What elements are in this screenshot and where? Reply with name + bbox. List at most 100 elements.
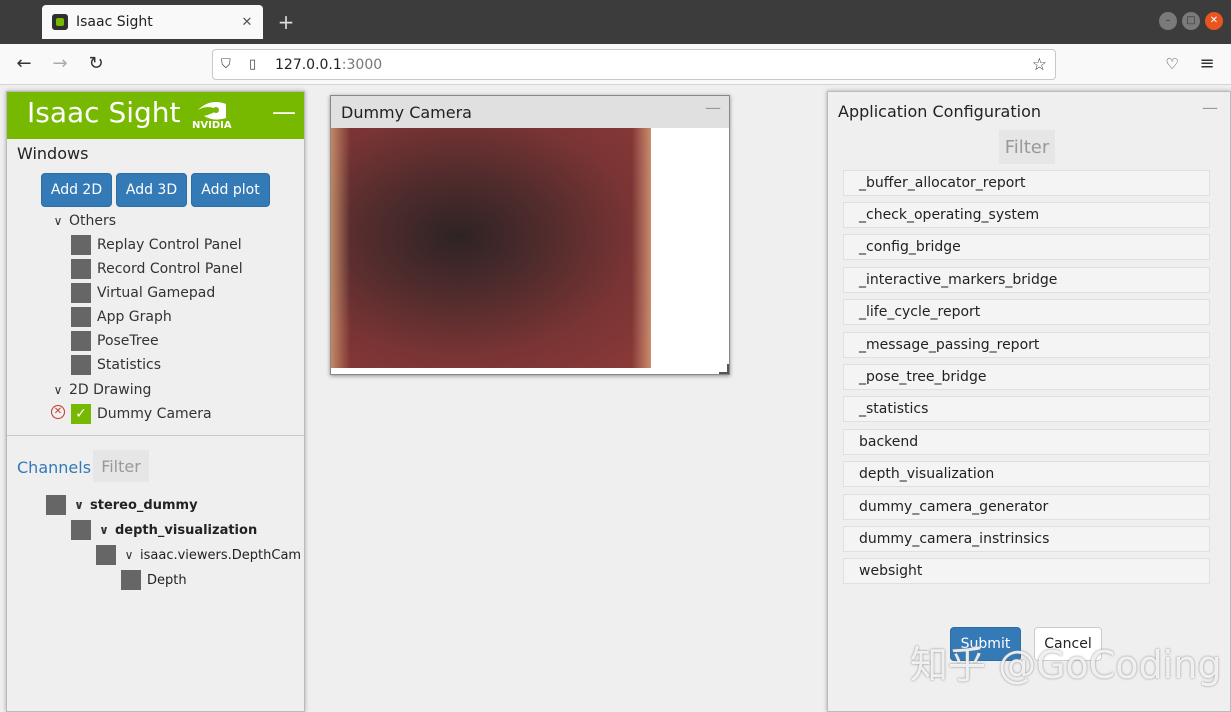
window-toggle-checkbox[interactable] (71, 235, 91, 255)
window-item-label: Dummy Camera (97, 406, 212, 422)
pocket-icon[interactable]: ♡ (1160, 52, 1184, 76)
channel-toggle-checkbox[interactable] (96, 545, 116, 565)
back-arrow-icon[interactable]: ← (12, 52, 36, 76)
reload-icon[interactable]: ↻ (84, 52, 108, 76)
window-toggle-checkbox[interactable] (71, 331, 91, 351)
tree-group-label: Others (69, 213, 117, 229)
add-plot-button[interactable]: Add plot (191, 173, 270, 207)
config-item[interactable]: _statistics (843, 396, 1210, 422)
config-item[interactable]: _check_operating_system (843, 202, 1210, 228)
channel-toggle-checkbox[interactable] (121, 570, 141, 590)
window-item-label: Record Control Panel (97, 261, 243, 277)
resize-handle-icon[interactable] (719, 364, 729, 374)
channel-node-depth-visualization[interactable]: ∨ depth_visualization (71, 520, 257, 540)
shield-icon[interactable]: ⛉ (221, 57, 237, 72)
channel-node-depth[interactable]: Depth (121, 570, 187, 590)
url-bar[interactable]: ⛉ ▯ 127.0.0.1:3000 ☆ (212, 49, 1056, 80)
window-item-dummy-camera[interactable]: ✓ Dummy Camera (71, 403, 212, 425)
window-toggle-checkbox[interactable] (71, 259, 91, 279)
window-item-label: App Graph (97, 309, 172, 325)
add-3d-button[interactable]: Add 3D (116, 173, 187, 207)
add-2d-button[interactable]: Add 2D (41, 173, 112, 207)
config-item[interactable]: _pose_tree_bridge (843, 364, 1210, 390)
window-item-record-control-panel[interactable]: Record Control Panel (71, 258, 243, 280)
window-item-app-graph[interactable]: App Graph (71, 306, 172, 328)
application-configuration-panel: Application Configuration — Filter _buff… (827, 91, 1231, 712)
config-item[interactable]: dummy_camera_instrinsics (843, 526, 1210, 552)
window-toggle-checkbox[interactable] (71, 355, 91, 375)
chevron-down-icon[interactable]: ∨ (51, 383, 65, 397)
tree-group-others[interactable]: ∨ Others (51, 210, 116, 232)
browser-nav-bar: ← → ↻ ⛉ ▯ 127.0.0.1:3000 ☆ ♡ ≡ (0, 44, 1231, 85)
browser-tab-bar: Isaac Sight ✕ + – □ ✕ (0, 0, 1231, 44)
nvidia-logo-text: NVIDIA (192, 120, 232, 131)
channel-label: stereo_dummy (90, 497, 198, 513)
brand-header: Isaac Sight NVIDIA — (7, 92, 304, 139)
window-item-label: Replay Control Panel (97, 237, 242, 253)
bookmark-star-icon[interactable]: ☆ (1032, 55, 1047, 75)
chevron-down-icon[interactable]: ∨ (97, 523, 111, 537)
panel-title: Application Configuration (838, 102, 1041, 121)
watermark: 知乎 @GoCoding (910, 643, 1222, 687)
page-info-icon[interactable]: ▯ (249, 57, 263, 72)
url-port: :3000 (341, 56, 383, 73)
favicon-icon (52, 14, 68, 30)
channel-toggle-checkbox[interactable] (46, 495, 66, 515)
panel-minimize-icon[interactable]: — (1202, 98, 1218, 117)
minimize-window-icon[interactable]: – (1159, 12, 1177, 30)
window-minimize-icon[interactable]: — (705, 98, 721, 117)
new-tab-icon[interactable]: + (276, 8, 296, 36)
tab-title: Isaac Sight (76, 14, 153, 30)
config-filter-input[interactable]: Filter (999, 130, 1055, 164)
url-text[interactable]: 127.0.0.1:3000 (275, 57, 382, 73)
menu-icon[interactable]: ≡ (1195, 52, 1219, 76)
camera-image (331, 128, 651, 368)
window-item-virtual-gamepad[interactable]: Virtual Gamepad (71, 282, 215, 304)
window-controls: – □ ✕ (1159, 12, 1223, 30)
tree-group-2d-drawing[interactable]: ∨ 2D Drawing (51, 379, 152, 401)
window-item-replay-control-panel[interactable]: Replay Control Panel (71, 234, 242, 256)
close-window-icon[interactable]: ✕ (1205, 12, 1223, 30)
panel-minimize-icon[interactable]: — (272, 98, 296, 126)
channel-node-stereo-dummy[interactable]: ∨ stereo_dummy (46, 495, 198, 515)
chevron-down-icon[interactable]: ∨ (72, 498, 86, 512)
tree-group-label: 2D Drawing (69, 382, 152, 398)
config-item[interactable]: _config_bridge (843, 234, 1210, 260)
config-item[interactable]: websight (843, 558, 1210, 584)
config-item[interactable]: depth_visualization (843, 461, 1210, 487)
tab-close-icon[interactable]: ✕ (237, 15, 257, 30)
window-item-label: PoseTree (97, 333, 159, 349)
window-item-label: Virtual Gamepad (97, 285, 216, 301)
maximize-window-icon[interactable]: □ (1182, 12, 1200, 30)
channel-node-depth-camera[interactable]: ∨ isaac.viewers.DepthCamera (96, 545, 300, 565)
channel-toggle-checkbox[interactable] (71, 520, 91, 540)
browser-tab[interactable]: Isaac Sight ✕ (42, 5, 263, 39)
brand-title: Isaac Sight (27, 96, 181, 129)
chevron-down-icon[interactable]: ∨ (122, 548, 136, 562)
url-host: 127.0.0.1 (275, 56, 342, 73)
window-toggle-checkbox[interactable] (71, 283, 91, 303)
left-panel: Isaac Sight NVIDIA — Windows Add 2D Add … (6, 91, 305, 712)
config-item[interactable]: _life_cycle_report (843, 299, 1210, 325)
divider (7, 435, 304, 436)
config-item[interactable]: backend (843, 429, 1210, 455)
forward-arrow-icon[interactable]: → (48, 52, 72, 76)
channel-label: Depth (147, 572, 187, 588)
channels-title: Channels (17, 458, 92, 477)
checkmark-icon[interactable]: ✓ (71, 404, 91, 424)
channel-label: depth_visualization (115, 522, 258, 538)
dummy-camera-window[interactable]: Dummy Camera — (330, 95, 730, 375)
channel-label: isaac.viewers.DepthCamera (140, 547, 300, 563)
config-item[interactable]: _message_passing_report (843, 332, 1210, 358)
camera-window-title: Dummy Camera (341, 102, 472, 122)
config-item[interactable]: _buffer_allocator_report (843, 170, 1210, 196)
window-toggle-checkbox[interactable] (71, 307, 91, 327)
chevron-down-icon[interactable]: ∨ (51, 214, 65, 228)
config-item[interactable]: _interactive_markers_bridge (843, 267, 1210, 293)
config-item[interactable]: dummy_camera_generator (843, 494, 1210, 520)
camera-window-header[interactable]: Dummy Camera — (331, 96, 729, 128)
channels-filter-input[interactable]: Filter (93, 450, 149, 482)
remove-window-icon[interactable]: ✕ (51, 405, 65, 419)
window-item-posetree[interactable]: PoseTree (71, 330, 159, 352)
window-item-statistics[interactable]: Statistics (71, 354, 161, 376)
